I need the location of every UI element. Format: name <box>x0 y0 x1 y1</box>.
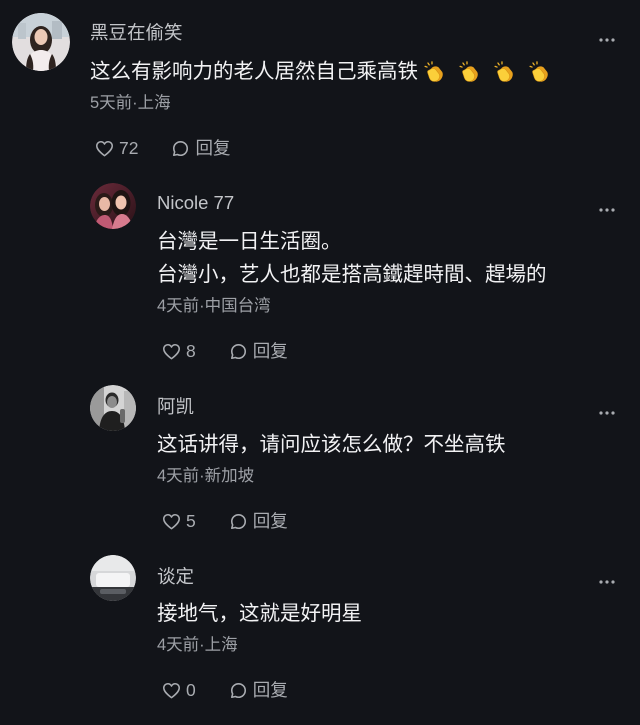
more-options-button[interactable] <box>597 578 617 586</box>
comment-text: 这么有影响力的老人居然自己乘高铁 <box>90 60 550 84</box>
comment-text-line: 台灣是一日生活圈。 <box>157 230 342 253</box>
avatar[interactable] <box>12 13 70 71</box>
reply-button[interactable]: 回复 <box>229 679 288 701</box>
heart-outline-icon <box>162 682 181 699</box>
heart-outline-icon <box>162 343 181 360</box>
comment-text-line: 这么有影响力的老人居然自己乘高铁 <box>90 60 418 83</box>
more-dots-icon <box>599 38 615 42</box>
username[interactable]: 黑豆在偷笑 <box>90 22 183 44</box>
username[interactable]: 谈定 <box>157 566 194 588</box>
comment-bubble-icon <box>171 139 190 158</box>
comment-text-line: 台灣小，艺人也都是搭高鐵趕時間、趕場的 <box>157 263 547 286</box>
reply-label: 回复 <box>195 138 231 158</box>
like-button[interactable]: 8 <box>162 340 196 362</box>
comment-meta: 4天前·新加坡 <box>157 467 255 485</box>
comment-bubble-icon <box>229 512 248 531</box>
avatar[interactable] <box>90 385 136 431</box>
more-dots-icon <box>599 208 615 212</box>
more-options-button[interactable] <box>597 409 617 417</box>
reply-label: 回复 <box>252 511 288 531</box>
clapping-hands-icon <box>528 61 550 83</box>
more-dots-icon <box>599 580 615 584</box>
comment-text-line: 接地气，这就是好明星 <box>157 602 362 625</box>
reply-button[interactable]: 回复 <box>229 510 288 532</box>
comment-bubble-icon <box>229 342 248 361</box>
like-count: 8 <box>186 341 196 361</box>
comment-actions: 5 回复 <box>162 510 288 532</box>
reply-button[interactable]: 回复 <box>229 340 288 362</box>
comment-actions: 0 回复 <box>162 679 288 701</box>
more-dots-icon <box>599 411 615 415</box>
comment-text-line: 这话讲得，请问应该怎么做？不坐高铁 <box>157 433 506 456</box>
like-count: 5 <box>186 511 196 531</box>
avatar[interactable] <box>90 555 136 601</box>
more-options-button[interactable] <box>597 206 617 214</box>
clapping-hands-icon <box>493 61 515 83</box>
avatar[interactable] <box>90 183 136 229</box>
reply-label: 回复 <box>252 680 288 700</box>
comment-meta: 5天前·上海 <box>90 94 171 112</box>
comment-meta: 4天前·上海 <box>157 636 238 654</box>
like-button[interactable]: 72 <box>95 137 138 159</box>
clapping-hands-icon <box>458 61 480 83</box>
like-button[interactable]: 5 <box>162 510 196 532</box>
reply-label: 回复 <box>252 341 288 361</box>
like-count: 0 <box>186 680 196 700</box>
like-button[interactable]: 0 <box>162 679 196 701</box>
heart-outline-icon <box>95 140 114 157</box>
reply-button[interactable]: 回复 <box>171 137 230 159</box>
comment-actions: 72 回复 <box>95 137 230 159</box>
heart-outline-icon <box>162 513 181 530</box>
username[interactable]: Nicole 77 <box>157 192 234 214</box>
like-count: 72 <box>119 138 139 158</box>
comment-thread: 黑豆在偷笑 这么有影响力的老人居然自己乘高铁 5天前·上海 72 回复 Nico… <box>0 0 640 725</box>
more-options-button[interactable] <box>597 36 617 44</box>
comment-actions: 8 回复 <box>162 340 288 362</box>
comment-bubble-icon <box>229 681 248 700</box>
username[interactable]: 阿凯 <box>157 396 194 418</box>
clapping-hands-icon <box>423 61 445 83</box>
comment-meta: 4天前·中国台湾 <box>157 297 271 315</box>
